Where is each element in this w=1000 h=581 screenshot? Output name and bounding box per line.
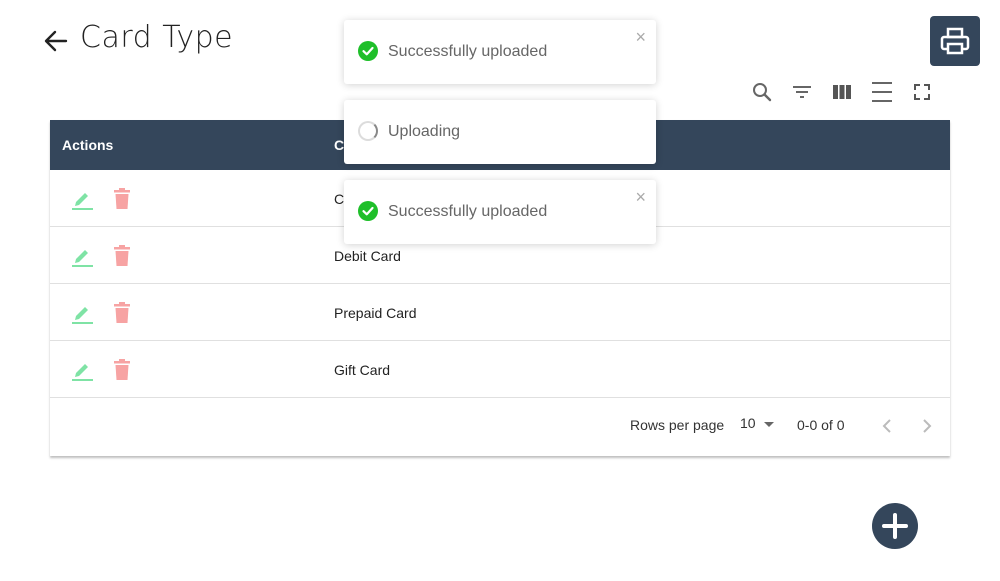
toast-message: Successfully uploaded — [388, 43, 548, 60]
fullscreen-icon — [914, 84, 930, 100]
next-page-button[interactable] — [915, 414, 939, 438]
toast-loading: Uploading — [344, 100, 656, 164]
fullscreen-button[interactable] — [910, 80, 934, 104]
search-icon — [753, 83, 772, 102]
card-type-name: C — [334, 191, 345, 207]
caret-down-icon — [763, 421, 774, 427]
close-icon[interactable]: × — [635, 188, 646, 206]
trash-icon — [114, 359, 130, 380]
page-title: Card Type — [80, 20, 234, 55]
toast-success: Successfully uploaded × — [344, 20, 656, 84]
delete-button[interactable] — [110, 187, 134, 211]
edit-button[interactable] — [70, 301, 94, 325]
density-button[interactable] — [870, 80, 894, 104]
trash-icon — [114, 245, 130, 266]
data-table: Actions C C Debit Card Prepaid Card Gift… — [50, 120, 950, 456]
view-columns-icon — [833, 85, 851, 99]
density-icon — [872, 82, 892, 102]
filter-button[interactable] — [790, 80, 814, 104]
pencil-icon — [72, 364, 93, 381]
rows-per-page-label: Rows per page — [630, 417, 725, 433]
chevron-left-icon — [882, 419, 891, 433]
previous-page-button[interactable] — [875, 414, 899, 438]
column-header-name[interactable]: C — [334, 137, 344, 153]
delete-button[interactable] — [110, 358, 134, 382]
edit-button[interactable] — [70, 244, 94, 268]
print-button[interactable] — [930, 16, 980, 66]
view-columns-button[interactable] — [830, 80, 854, 104]
search-button[interactable] — [750, 80, 774, 104]
delete-button[interactable] — [110, 301, 134, 325]
card-type-name: Gift Card — [334, 362, 391, 378]
pagination-range: 0-0 of 0 — [797, 417, 845, 433]
back-button[interactable] — [42, 28, 70, 54]
printer-icon — [940, 27, 970, 55]
toast-success: Successfully uploaded × — [344, 180, 656, 244]
pencil-icon — [72, 250, 93, 267]
filter-icon — [793, 86, 811, 98]
trash-icon — [114, 302, 130, 323]
arrow-left-icon — [44, 30, 68, 52]
delete-button[interactable] — [110, 244, 134, 268]
spinner-icon — [358, 121, 378, 141]
check-circle-icon — [358, 41, 378, 61]
pencil-icon — [72, 307, 93, 324]
check-circle-icon — [358, 201, 378, 221]
toast-message: Successfully uploaded — [388, 203, 548, 220]
edit-button[interactable] — [70, 358, 94, 382]
card-type-name: Debit Card — [334, 248, 401, 264]
toast-message: Uploading — [388, 123, 461, 140]
close-icon[interactable]: × — [635, 28, 646, 46]
edit-button[interactable] — [70, 187, 94, 211]
column-header-actions[interactable]: Actions — [62, 137, 113, 153]
add-card-type-button[interactable] — [872, 503, 918, 549]
chevron-right-icon — [923, 419, 932, 433]
pencil-icon — [72, 193, 93, 210]
table-row: Prepaid Card — [50, 284, 950, 341]
table-row: Gift Card — [50, 341, 950, 398]
card-type-name: Prepaid Card — [334, 305, 417, 321]
rows-per-page-value: 10 — [740, 415, 756, 431]
rows-per-page-select[interactable]: 10 — [740, 415, 774, 431]
trash-icon — [114, 188, 130, 209]
plus-icon — [882, 513, 908, 539]
pagination: Rows per page 10 0-0 of 0 — [50, 398, 950, 454]
